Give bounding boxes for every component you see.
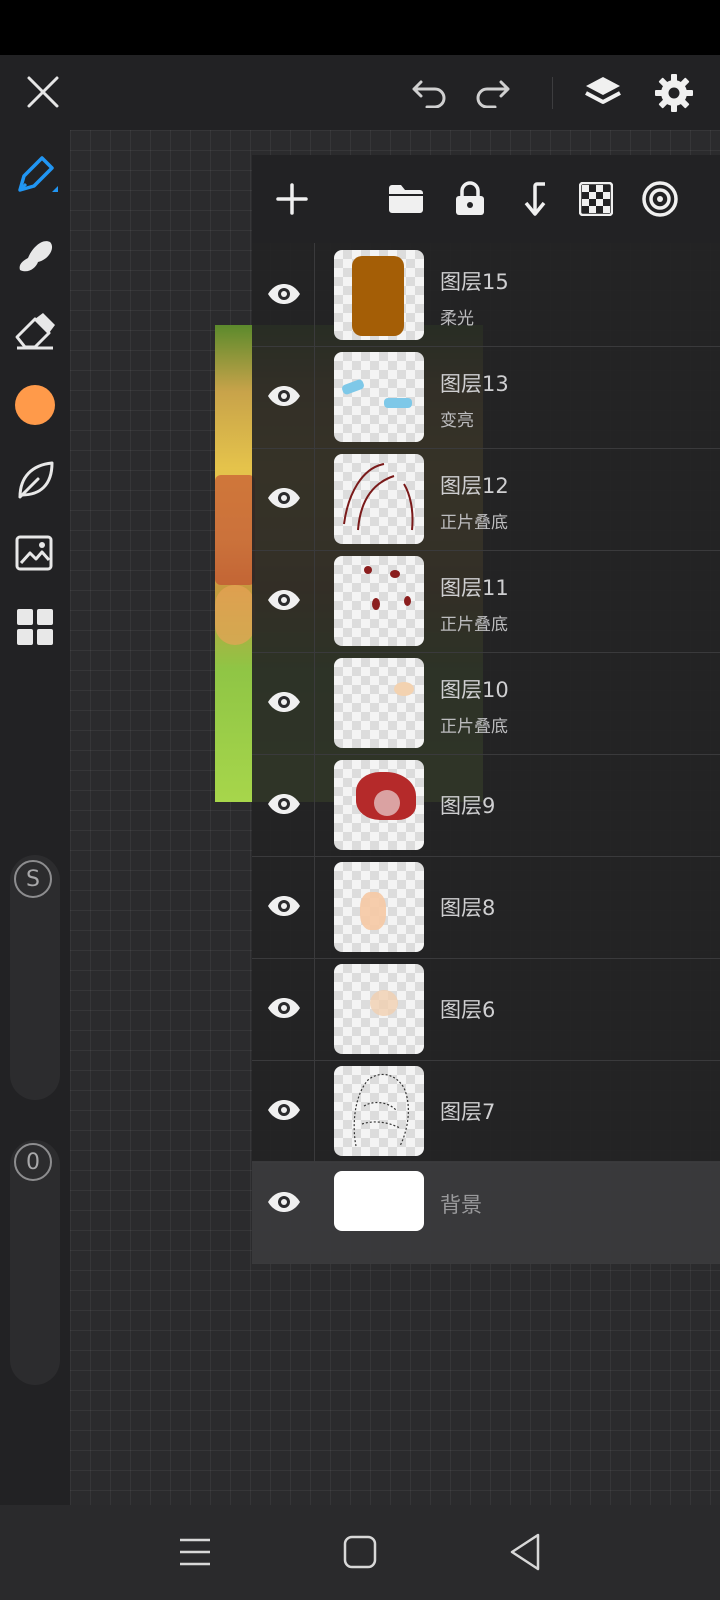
layer-row[interactable]: 图层10 正片叠底 <box>252 651 720 755</box>
redo-icon[interactable] <box>472 73 512 113</box>
layer-name: 背景 <box>440 1193 482 1217</box>
folder-icon[interactable] <box>380 173 432 225</box>
layers-list: 图层15 柔光 图层13 变亮 图层12 正片叠底 图层11 正片叠底 图层10… <box>252 243 720 1264</box>
add-layer-icon[interactable] <box>266 173 318 225</box>
eye-visibility-icon[interactable] <box>264 1182 304 1222</box>
eraser-tool-icon[interactable] <box>10 306 60 356</box>
layer-name: 图层8 <box>440 896 496 920</box>
layer-blend-mode: 变亮 <box>440 411 474 431</box>
current-color-swatch[interactable] <box>15 385 55 425</box>
eye-visibility-icon[interactable] <box>264 784 304 824</box>
layer-thumbnail <box>334 760 424 850</box>
layer-name: 图层15 <box>440 270 509 294</box>
layer-name: 图层13 <box>440 372 509 396</box>
opacity-slider-label: 0 <box>26 1149 40 1175</box>
image-import-icon[interactable] <box>10 528 60 578</box>
layer-row[interactable]: 图层9 <box>252 753 720 857</box>
eye-visibility-icon[interactable] <box>264 274 304 314</box>
checkerboard-icon[interactable] <box>570 173 622 225</box>
home-icon[interactable] <box>335 1527 385 1577</box>
layer-blend-mode: 柔光 <box>440 309 474 329</box>
layer-row[interactable]: 图层7 <box>252 1059 720 1163</box>
eye-visibility-icon[interactable] <box>264 1090 304 1130</box>
column-divider <box>314 957 315 1060</box>
size-slider-label: S <box>26 866 40 892</box>
menu-icon[interactable] <box>170 1527 220 1577</box>
left-toolbar: S 0 <box>0 130 70 1505</box>
column-divider <box>314 753 315 856</box>
lock-icon[interactable] <box>444 173 496 225</box>
layer-thumbnail <box>334 964 424 1054</box>
layer-blend-mode: 正片叠底 <box>440 615 508 635</box>
close-icon[interactable] <box>22 71 64 113</box>
layer-row[interactable]: 图层8 <box>252 855 720 959</box>
column-divider <box>314 1059 315 1162</box>
layer-thumbnail <box>334 658 424 748</box>
layers-icon[interactable] <box>581 71 625 115</box>
layer-thumbnail <box>334 862 424 952</box>
layer-thumbnail <box>334 1066 424 1156</box>
status-bar <box>0 0 720 55</box>
layer-thumbnail <box>334 1171 424 1231</box>
layer-blend-mode: 正片叠底 <box>440 717 508 737</box>
layer-name: 图层11 <box>440 576 509 600</box>
column-divider <box>314 447 315 550</box>
layer-row[interactable]: 图层11 正片叠底 <box>252 549 720 653</box>
toolbar-divider <box>552 77 553 109</box>
eye-visibility-icon[interactable] <box>264 376 304 416</box>
layer-thumbnail <box>334 556 424 646</box>
layer-name: 图层6 <box>440 998 496 1022</box>
merge-down-icon[interactable] <box>510 173 562 225</box>
layer-name: 图层10 <box>440 678 509 702</box>
color-picker-icon[interactable] <box>10 380 60 430</box>
column-divider <box>314 651 315 754</box>
column-divider <box>314 345 315 448</box>
eye-visibility-icon[interactable] <box>264 682 304 722</box>
layers-panel-toolbar <box>252 155 720 243</box>
pen-tool-icon[interactable] <box>10 152 60 202</box>
back-icon[interactable] <box>500 1527 550 1577</box>
undo-icon[interactable] <box>410 73 450 113</box>
target-icon[interactable] <box>634 173 686 225</box>
layer-name: 图层12 <box>440 474 509 498</box>
layers-panel: 图层15 柔光 图层13 变亮 图层12 正片叠底 图层11 正片叠底 图层10… <box>252 155 720 1264</box>
settings-icon[interactable] <box>652 71 696 115</box>
column-divider <box>314 855 315 958</box>
system-nav-bar <box>0 1505 720 1600</box>
column-divider <box>314 549 315 652</box>
top-toolbar <box>0 55 720 130</box>
layer-row[interactable]: 图层15 柔光 <box>252 243 720 347</box>
layer-thumbnail <box>334 250 424 340</box>
layer-row[interactable]: 图层13 变亮 <box>252 345 720 449</box>
layer-thumbnail <box>334 454 424 544</box>
brush-size-knob[interactable]: S <box>14 860 52 898</box>
eye-visibility-icon[interactable] <box>264 886 304 926</box>
opacity-knob[interactable]: 0 <box>14 1143 52 1181</box>
layer-name: 图层7 <box>440 1100 496 1124</box>
layer-blend-mode: 正片叠底 <box>440 513 508 533</box>
layer-row[interactable]: 图层12 正片叠底 <box>252 447 720 551</box>
leaf-icon[interactable] <box>10 455 60 505</box>
eye-visibility-icon[interactable] <box>264 580 304 620</box>
smudge-tool-icon[interactable] <box>10 230 60 280</box>
grid-menu-icon[interactable] <box>10 602 60 652</box>
layer-row-selected[interactable]: 背景 <box>252 1161 720 1264</box>
layer-thumbnail <box>334 352 424 442</box>
layer-name: 图层9 <box>440 794 496 818</box>
layer-row[interactable]: 图层6 <box>252 957 720 1061</box>
column-divider <box>314 243 315 346</box>
eye-visibility-icon[interactable] <box>264 478 304 518</box>
eye-visibility-icon[interactable] <box>264 988 304 1028</box>
